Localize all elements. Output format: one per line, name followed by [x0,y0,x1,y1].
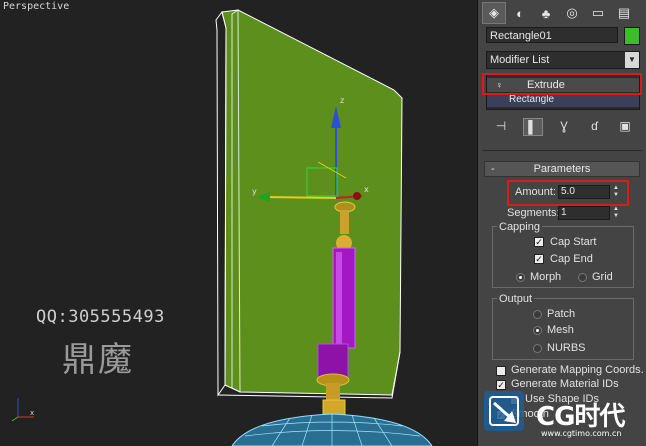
segments-field[interactable]: 1 [558,206,610,220]
configure-sets-icon[interactable]: ▣ [616,118,634,134]
cap-start-label: Cap Start [550,236,597,248]
segments-spinner[interactable]: ▲ ▼ [611,206,621,220]
pin-stack-icon[interactable]: ⊣ [492,118,510,134]
cap-end-checkbox[interactable]: ✓ [534,254,544,264]
show-end-result-icon[interactable]: ▌ [522,118,543,136]
motion-icon[interactable]: ◎ [560,2,584,24]
modifier-list-label: Modifier List [490,54,550,66]
utilities-icon[interactable]: ▤ [612,2,636,24]
patch-radio[interactable] [533,310,542,319]
parameters-rollout-header[interactable]: - Parameters [484,161,640,177]
command-panel: ◈ ◐ ♣ ◎ ▭ ▤ Rectangle01 Modifier List ▼ … [478,0,646,446]
stack-toolbar: ⊣ ▌ Ɣ ɗ ▣ [486,118,640,136]
make-unique-icon[interactable]: Ɣ [555,118,573,134]
chevron-down-icon[interactable]: ▼ [625,52,639,68]
object-color-swatch[interactable] [624,27,640,45]
mesh-label: Mesh [547,324,574,336]
modify-icon[interactable]: ◐ [508,2,532,24]
cg-logo-text: CG时代 [536,402,625,432]
cap-end-label: Cap End [550,253,593,265]
modifier-list-dropdown[interactable]: Modifier List ▼ [486,51,640,69]
grid-label: Grid [592,271,613,283]
gen-mapping-checkbox[interactable] [496,366,506,376]
x-axis-label: x [364,185,369,194]
grid-radio[interactable] [578,273,587,282]
morph-label: Morph [530,271,562,283]
z-axis-label: z [340,96,344,105]
y-axis [263,196,337,199]
y-axis-label: y [252,187,257,196]
hierarchy-icon[interactable]: ♣ [534,2,558,24]
segments-label: Segments: [507,207,560,219]
extruded-rectangle [221,9,403,396]
gen-mapping-label: Generate Mapping Coords. [511,364,644,376]
stack-item-rectangle[interactable]: Rectangle [487,93,639,107]
output-title: Output [497,293,535,305]
cg-url: www.cgtimo.com.cn [541,429,622,438]
watermark-calligraphy: 鼎魔 [62,340,134,380]
nurbs-label: NURBS [547,342,586,354]
watermark-qq: QQ:305555493 [36,307,165,327]
collapse-icon: - [491,163,495,175]
create-icon[interactable]: ◈ [482,2,506,24]
cg-logo-icon [484,391,524,431]
mesh-radio[interactable] [533,326,542,335]
remove-modifier-icon[interactable]: ɗ [586,118,604,134]
patch-label: Patch [547,308,576,320]
stack-item-label: Rectangle [509,94,555,105]
object-name-field[interactable]: Rectangle01 [486,27,618,43]
capping-title: Capping [497,221,542,233]
svg-text:x: x [30,409,34,417]
command-panel-tabs: ◈ ◐ ♣ ◎ ▭ ▤ [478,0,646,24]
nurbs-radio[interactable] [533,344,542,353]
morph-radio[interactable] [516,273,525,282]
rollout-title: Parameters [533,163,591,175]
cap-start-checkbox[interactable]: ✓ [534,237,544,247]
highlight-box-extrude [482,73,642,95]
display-icon[interactable]: ▭ [586,2,610,24]
highlight-box-amount [507,180,629,206]
divider [482,150,642,151]
perspective-viewport[interactable]: Perspective z y x x QQ:305555493 鼎魔 [0,0,478,446]
